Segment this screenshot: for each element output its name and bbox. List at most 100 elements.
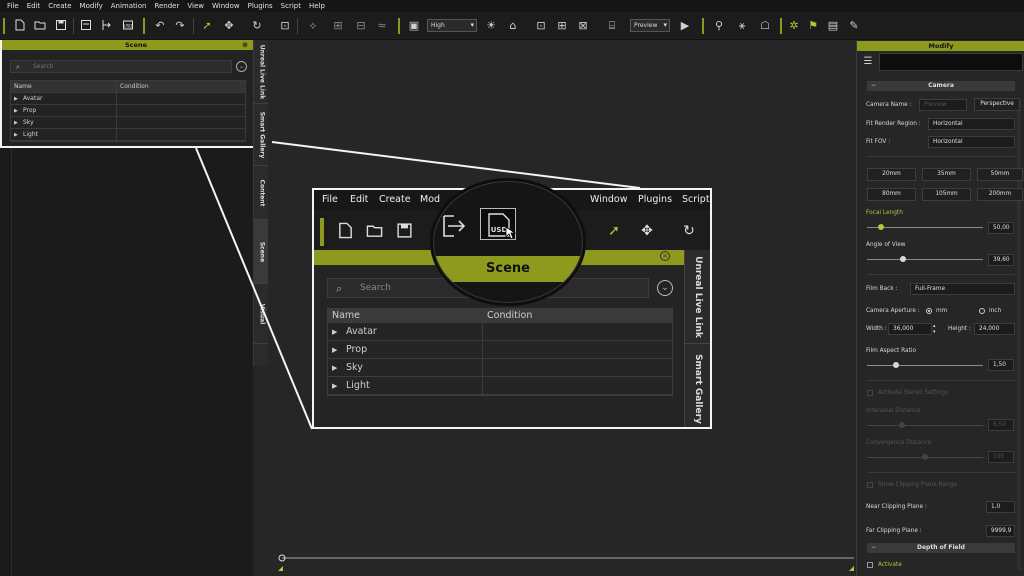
export-icon[interactable] (442, 214, 468, 238)
expand-arrow-icon[interactable]: ▶ (332, 378, 346, 395)
tab-visual[interactable]: Visual (254, 284, 269, 344)
table-row[interactable]: ▶ Sky (11, 117, 245, 129)
tab-unreal-live-link[interactable]: Unreal Live Link (254, 40, 269, 104)
expand-arrow-icon[interactable]: ▶ (332, 324, 346, 341)
collapse-icon[interactable]: − (871, 81, 876, 91)
menu-view[interactable]: View (183, 0, 208, 12)
projection-button[interactable]: Perspective (974, 98, 1020, 111)
convergence-knob[interactable] (922, 454, 928, 460)
table-row[interactable]: ▶ Sky (328, 359, 672, 377)
menu-animation[interactable]: Animation (107, 0, 151, 12)
aperture-mm-radio[interactable] (926, 308, 932, 314)
stereo-checkbox[interactable] (867, 390, 873, 396)
tab-content[interactable]: Content (254, 166, 269, 220)
home-icon[interactable]: ⌂ (506, 19, 520, 33)
usd-export-button[interactable]: USD (480, 208, 517, 240)
camera-section-header[interactable]: − Camera (867, 81, 1015, 91)
expand-arrow-icon[interactable]: ▶ (332, 342, 346, 359)
zoom-menu-window[interactable]: Window (590, 190, 627, 210)
new-file-icon[interactable] (336, 222, 354, 240)
table-row[interactable]: ▶ Avatar (328, 323, 672, 341)
timeline[interactable] (278, 553, 854, 573)
film-aspect-slider[interactable] (867, 365, 983, 366)
expand-arrow-icon[interactable]: ▶ (14, 130, 23, 141)
redo-icon[interactable]: ↷ (173, 19, 187, 33)
menu-script[interactable]: Script (277, 0, 305, 12)
camera-icon[interactable]: ▶ (678, 19, 692, 33)
close-icon[interactable]: ⊗ (242, 40, 248, 50)
fit-fov-select[interactable]: Horizontal (928, 136, 1015, 148)
table-row[interactable]: ▶ Prop (328, 341, 672, 359)
clipping-checkbox[interactable] (867, 482, 873, 488)
zoom-menu-edit[interactable]: Edit (350, 190, 368, 210)
film-aspect-knob[interactable] (893, 362, 899, 368)
select-arrow-icon[interactable]: ➚ (200, 19, 214, 33)
viewport-icon[interactable]: ▣ (407, 19, 421, 33)
chevron-down-icon[interactable]: ⌄ (236, 61, 247, 72)
open-folder-icon[interactable] (365, 222, 383, 240)
rotate-icon[interactable]: ↻ (250, 19, 264, 33)
lens-200mm-button[interactable]: 200mm (977, 188, 1023, 201)
save-icon[interactable] (395, 222, 413, 240)
column-condition-header[interactable]: Condition (117, 81, 245, 92)
expand-arrow-icon[interactable]: ▶ (332, 360, 346, 377)
tab-unreal-live-link[interactable]: Unreal Live Link (685, 250, 710, 344)
interaxial-knob[interactable] (898, 422, 905, 428)
flag-icon[interactable]: ⚑ (806, 19, 820, 33)
scale-icon[interactable]: ⊡ (278, 19, 292, 33)
convergence-field[interactable]: 100 (988, 451, 1014, 463)
column-condition-header[interactable]: Condition (483, 309, 672, 322)
zoom-menu-create[interactable]: Create (379, 190, 411, 210)
report-icon[interactable]: ▤ (826, 19, 840, 33)
tab-scene[interactable]: Scene (254, 220, 269, 284)
save-icon[interactable] (54, 19, 68, 33)
snap-icon[interactable]: ⊟ (354, 19, 368, 33)
pick-icon[interactable]: ⟡ (306, 19, 320, 33)
zoom-menu-script[interactable]: Script (682, 190, 710, 210)
focal-length-knob[interactable] (877, 224, 884, 230)
tab-smart-gallery[interactable]: Smart Gallery (685, 344, 710, 427)
zoom-menu-plugins[interactable]: Plugins (638, 190, 672, 210)
height-field[interactable]: 24,000 (974, 323, 1015, 335)
angle-of-view-field[interactable]: 39,60 (988, 254, 1014, 266)
film-back-select[interactable]: Full-Frame (910, 283, 1015, 295)
dof-section-header[interactable]: − Depth of Field (867, 543, 1015, 553)
rotate-icon[interactable]: ↻ (680, 222, 698, 240)
menu-help[interactable]: Help (305, 0, 329, 12)
lens-35mm-button[interactable]: 35mm (922, 168, 971, 181)
menu-edit[interactable]: Edit (23, 0, 45, 12)
frame-icon[interactable]: ⊡ (534, 19, 548, 33)
stage-icon[interactable]: ⌸ (605, 19, 619, 33)
angle-of-view-slider[interactable] (867, 259, 983, 260)
scene-search-input[interactable]: ⌕ Search (10, 60, 232, 73)
preview-select[interactable]: Preview (630, 19, 670, 32)
lens-80mm-button[interactable]: 80mm (867, 188, 916, 201)
new-file-icon[interactable] (13, 19, 27, 33)
near-clip-field[interactable]: 1,0 (986, 501, 1015, 513)
angle-of-view-knob[interactable] (899, 256, 906, 262)
interaxial-field[interactable]: 6,50 (988, 419, 1014, 431)
quality-select[interactable]: High (427, 19, 477, 32)
fit-icon[interactable]: ⊠ (576, 19, 590, 33)
camera-name-field[interactable]: Preview (919, 99, 967, 111)
menu-window[interactable]: Window (208, 0, 244, 12)
grid-icon[interactable]: ⊞ (555, 19, 569, 33)
lens-50mm-button[interactable]: 50mm (977, 168, 1023, 181)
light-icon[interactable]: ☀ (484, 19, 498, 33)
column-name-header[interactable]: Name (328, 309, 483, 322)
tab-smart-gallery[interactable]: Smart Gallery (254, 104, 269, 166)
width-field[interactable]: 36,000 (888, 323, 932, 335)
interaxial-slider[interactable] (867, 425, 983, 426)
zoom-menu-file[interactable]: File (322, 190, 338, 210)
usd-export-icon[interactable]: USD (121, 19, 135, 33)
link-icon[interactable]: ≈ (375, 19, 389, 33)
width-stepper-icon[interactable]: ▴ ▾ (933, 323, 936, 335)
menu-file[interactable]: File (3, 0, 23, 12)
fit-render-region-select[interactable]: Horizontal (928, 118, 1015, 130)
focal-length-field[interactable]: 50,00 (988, 222, 1014, 234)
motion-icon[interactable]: ⚹ (735, 19, 749, 33)
character-icon[interactable]: ☖ (758, 19, 772, 33)
close-icon[interactable]: × (660, 251, 670, 261)
move-icon[interactable]: ✥ (222, 19, 236, 33)
menu-create[interactable]: Create (44, 0, 75, 12)
